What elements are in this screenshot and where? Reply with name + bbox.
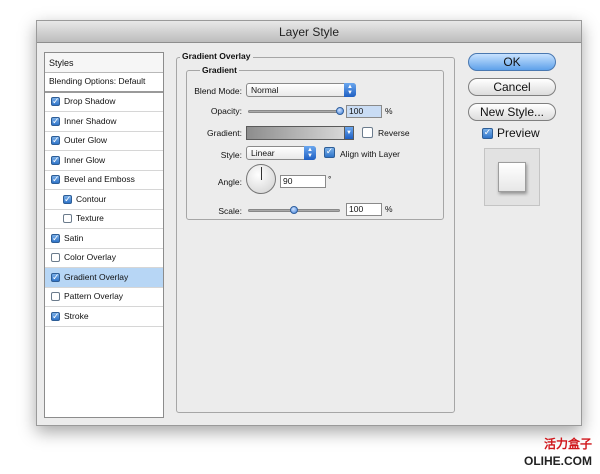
opacity-unit: % <box>385 106 393 116</box>
styles-item-label: Outer Glow <box>64 135 107 145</box>
styles-item-satin[interactable]: ✓ Satin <box>45 229 163 249</box>
styles-item-color-overlay[interactable]: Color Overlay <box>45 249 163 268</box>
styles-item-gradient-overlay[interactable]: ✓ Gradient Overlay <box>45 268 163 288</box>
style-select[interactable]: Linear ▲ ▼ <box>246 146 316 160</box>
styles-item-checkbox[interactable] <box>51 292 60 302</box>
styles-item-label: Contour <box>76 193 107 204</box>
angle-label: Angle: <box>217 177 242 187</box>
styles-item-label: Gradient Overlay <box>64 271 129 282</box>
styles-item-inner-glow[interactable]: ✓ Inner Glow <box>45 151 163 171</box>
styles-item-checkbox[interactable]: ✓ <box>51 155 60 165</box>
styles-list: Styles Blending Options: Default ✓ Drop Sh… <box>44 52 164 418</box>
scale-label: Scale: <box>218 206 242 216</box>
preview-toggle[interactable]: ✓ Preview <box>482 126 540 140</box>
styles-item-label: Pattern Overlay <box>64 291 124 301</box>
scale-unit: % <box>385 204 393 214</box>
reverse-checkbox[interactable] <box>362 127 373 138</box>
styles-item-label: Inner Glow <box>64 154 106 165</box>
new-style-button[interactable]: New Style... <box>468 103 556 121</box>
reverse-label: Reverse <box>378 128 410 138</box>
preview-checkbox[interactable]: ✓ <box>482 127 493 139</box>
styles-item-checkbox[interactable]: ✓ <box>51 97 60 107</box>
styles-item-checkbox[interactable]: ✓ <box>51 136 60 146</box>
align-with-layer-label: Align with Layer <box>340 149 401 159</box>
style-value: Linear <box>251 148 275 158</box>
styles-item-checkbox[interactable]: ✓ <box>51 175 60 185</box>
blend-mode-select[interactable]: Normal ▲ ▼ <box>246 83 356 97</box>
scale-slider-knob[interactable] <box>290 206 298 214</box>
styles-item-inner-shadow[interactable]: ✓ Inner Shadow <box>45 112 163 132</box>
styles-item-label: Blending Options: Default <box>49 76 146 86</box>
preview-label: Preview <box>497 126 540 140</box>
window-title: Layer Style <box>37 21 581 43</box>
opacity-field[interactable]: 100 <box>346 105 382 118</box>
section-title: Gradient Overlay <box>180 51 253 61</box>
align-with-layer-checkbox[interactable]: ✓ <box>324 147 335 158</box>
styles-item-label: Texture <box>76 213 104 223</box>
styles-item-label: Drop Shadow <box>64 96 116 106</box>
scale-field[interactable]: 100 <box>346 203 382 216</box>
opacity-slider-knob[interactable] <box>336 107 344 115</box>
styles-item-pattern-overlay[interactable]: Pattern Overlay <box>45 288 163 307</box>
styles-item-outer-glow[interactable]: ✓ Outer Glow <box>45 132 163 151</box>
gradient-swatch[interactable] <box>246 126 354 140</box>
blend-mode-value: Normal <box>251 85 279 95</box>
angle-needle <box>261 167 262 180</box>
preview-swatch <box>498 162 526 192</box>
styles-item-checkbox[interactable]: ✓ <box>51 233 60 243</box>
styles-item-bevel-and-emboss[interactable]: ✓ Bevel and Emboss <box>45 171 163 190</box>
gradient-subgroup-title: Gradient <box>200 65 239 75</box>
cancel-button[interactable]: Cancel <box>468 78 556 96</box>
style-preview <box>484 148 540 206</box>
gradient-label: Gradient: <box>207 128 242 138</box>
updown-arrows-icon: ▲ ▼ <box>344 83 356 97</box>
styles-header[interactable]: Styles <box>45 53 163 73</box>
styles-item-checkbox[interactable] <box>63 214 72 224</box>
styles-item-label: Color Overlay <box>64 252 116 262</box>
angle-unit: ° <box>328 174 332 184</box>
styles-item-stroke[interactable]: ✓ Stroke <box>45 307 163 327</box>
styles-item-checkbox[interactable]: ✓ <box>63 194 72 204</box>
styles-item-drop-shadow[interactable]: ✓ Drop Shadow <box>45 93 163 112</box>
styles-item-label: Bevel and Emboss <box>64 174 135 184</box>
angle-field[interactable]: 90 <box>280 175 326 188</box>
updown-arrows-icon: ▲ ▼ <box>304 146 316 160</box>
watermark-url: OLIHE.COM <box>524 454 592 468</box>
angle-dial[interactable] <box>246 164 276 194</box>
styles-item-contour[interactable]: ✓ Contour <box>45 190 163 210</box>
styles-item-label: Stroke <box>64 310 89 321</box>
opacity-label: Opacity: <box>210 106 242 116</box>
styles-item-checkbox[interactable]: ✓ <box>51 311 60 321</box>
style-label: Style: <box>220 150 242 160</box>
ok-button[interactable]: OK <box>468 53 556 71</box>
styles-item-blending-options-default[interactable]: Blending Options: Default <box>45 73 163 93</box>
styles-item-texture[interactable]: Texture <box>45 210 163 229</box>
gradient-dropdown-icon[interactable]: ▼ <box>344 126 354 140</box>
styles-item-label: Inner Shadow <box>64 115 117 126</box>
styles-item-checkbox[interactable] <box>51 253 60 263</box>
opacity-slider[interactable] <box>248 110 340 113</box>
blend-mode-label: Blend Mode: <box>194 86 242 96</box>
styles-item-checkbox[interactable]: ✓ <box>51 116 60 126</box>
watermark-text: 活力盒子 <box>543 437 592 451</box>
styles-item-checkbox[interactable]: ✓ <box>51 272 60 282</box>
styles-item-label: Satin <box>64 232 84 243</box>
